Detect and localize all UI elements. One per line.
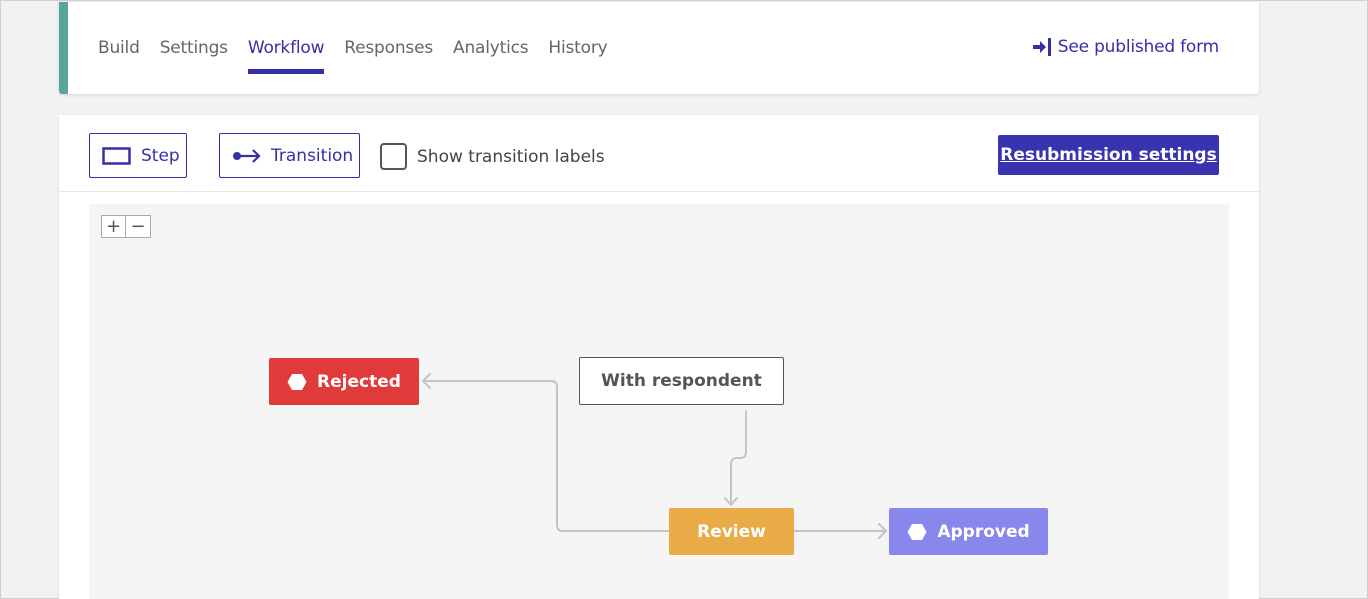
top-navigation-bar: Build Settings Workflow Responses Analyt…: [59, 2, 1259, 94]
tab-history[interactable]: History: [548, 2, 607, 94]
workflow-canvas[interactable]: + − Rejected With respondent Review Appr…: [89, 204, 1229, 599]
tab-responses[interactable]: Responses: [344, 2, 433, 94]
workflow-node-review[interactable]: Review: [669, 508, 794, 555]
transition-arrow-icon: [233, 148, 261, 163]
show-transition-labels-checkbox[interactable]: [380, 143, 407, 170]
tab-bar: Build Settings Workflow Responses Analyt…: [98, 2, 628, 94]
tab-build[interactable]: Build: [98, 2, 140, 94]
see-published-form-label: See published form: [1057, 37, 1219, 57]
workflow-node-with-respondent[interactable]: With respondent: [579, 357, 784, 405]
add-transition-button[interactable]: Transition: [219, 133, 360, 178]
show-transition-labels-text: Show transition labels: [417, 146, 605, 167]
add-step-button[interactable]: Step: [89, 133, 187, 178]
tab-settings[interactable]: Settings: [160, 2, 228, 94]
with-respondent-label: With respondent: [601, 371, 762, 391]
workflow-node-approved[interactable]: Approved: [889, 508, 1048, 555]
transition-button-label: Transition: [271, 145, 354, 166]
see-published-form-link[interactable]: See published form: [1032, 37, 1219, 57]
tab-analytics[interactable]: Analytics: [453, 2, 529, 94]
approved-label: Approved: [937, 521, 1030, 542]
external-form-icon: [1032, 38, 1051, 56]
workflow-node-rejected[interactable]: Rejected: [269, 358, 419, 405]
step-button-label: Step: [141, 145, 180, 166]
end-state-hexagon-icon: [907, 523, 927, 540]
rejected-label: Rejected: [317, 371, 401, 392]
tab-workflow[interactable]: Workflow: [247, 2, 325, 94]
review-label: Review: [697, 521, 766, 542]
workflow-panel: Step Transition Show transition labels R…: [59, 115, 1259, 599]
end-state-hexagon-icon: [287, 373, 307, 390]
show-transition-labels-toggle[interactable]: Show transition labels: [380, 143, 605, 170]
edge-with-respondent-to-review: [730, 410, 747, 505]
rectangle-icon: [102, 146, 131, 165]
resubmission-settings-button[interactable]: Resubmission settings: [998, 135, 1219, 175]
workflow-toolbar: Step Transition Show transition labels R…: [59, 115, 1259, 192]
